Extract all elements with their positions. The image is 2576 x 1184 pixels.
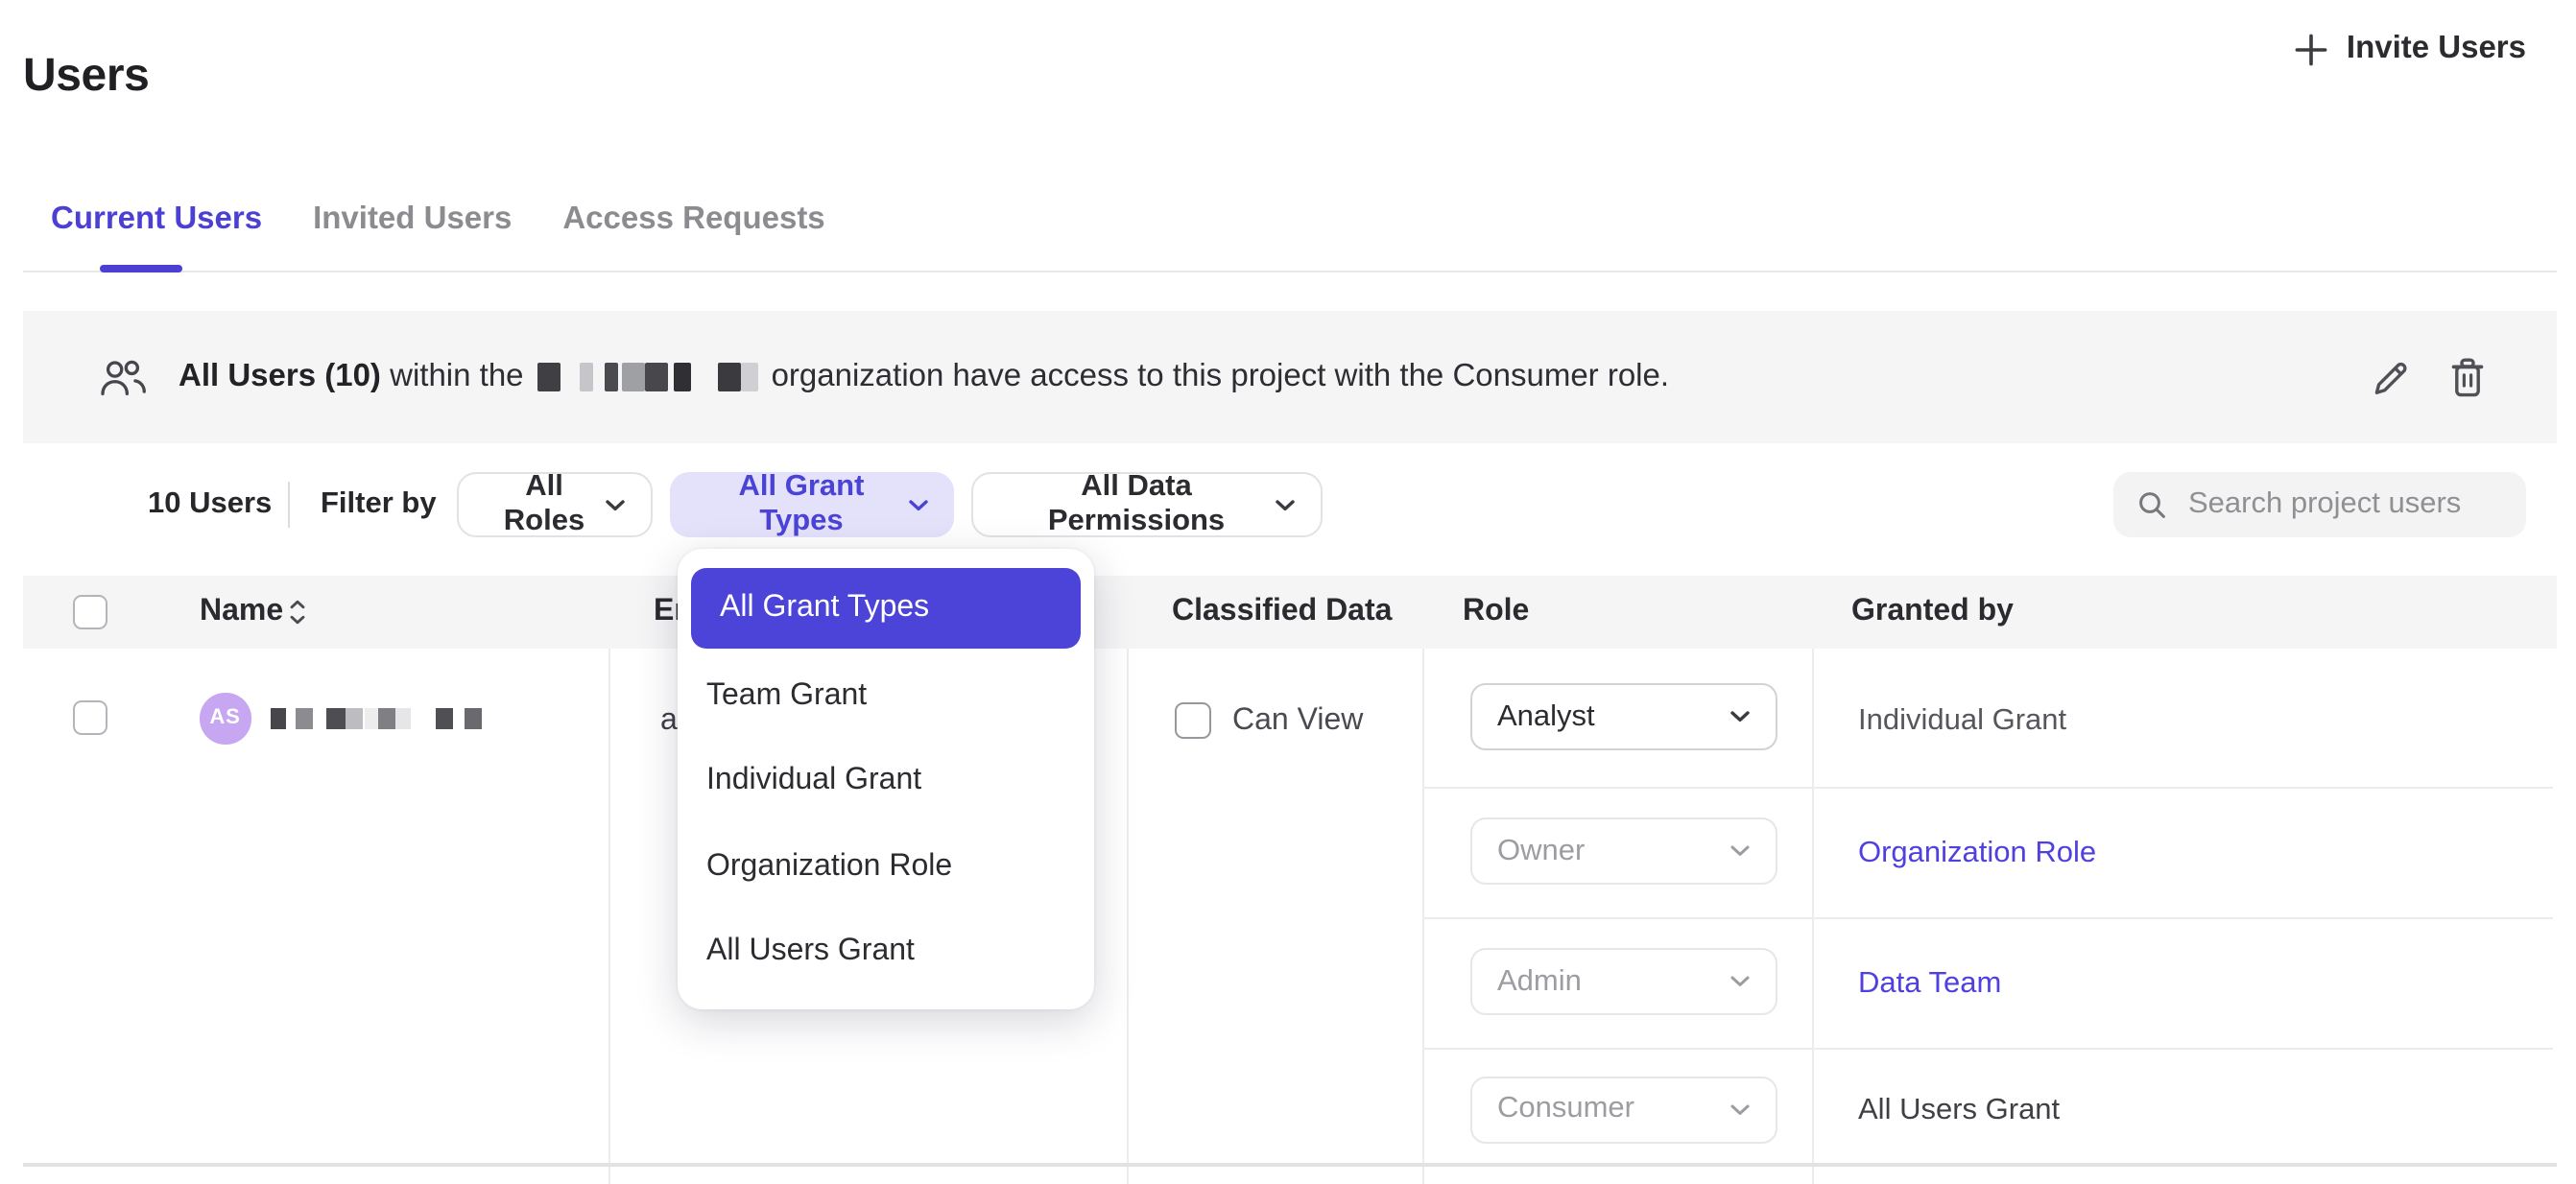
tab-bar-divider bbox=[23, 271, 2557, 272]
chevron-down-icon bbox=[1729, 975, 1751, 988]
tab-access-requests[interactable]: Access Requests bbox=[562, 200, 824, 238]
tab-invited-users[interactable]: Invited Users bbox=[313, 200, 512, 238]
granted-by-individual-grant: Individual Grant bbox=[1858, 702, 2066, 739]
banner-text-before: within the bbox=[390, 359, 523, 395]
invite-users-label: Invite Users bbox=[2347, 31, 2526, 67]
search-input[interactable] bbox=[2184, 485, 2518, 524]
select-all-checkbox[interactable] bbox=[73, 595, 107, 629]
all-grant-types-label: All Grant Types bbox=[695, 470, 908, 539]
invite-users-button[interactable]: Invite Users bbox=[2295, 31, 2526, 67]
sort-icon[interactable] bbox=[288, 597, 307, 628]
users-count: 10 Users bbox=[148, 472, 272, 537]
grant-row-divider bbox=[1421, 786, 2553, 788]
all-grant-types-filter[interactable]: All Grant Types bbox=[670, 472, 954, 537]
menu-item-individual-grant[interactable]: Individual Grant bbox=[706, 762, 921, 798]
menu-item-organization-role[interactable]: Organization Role bbox=[706, 847, 952, 884]
search-icon bbox=[2136, 489, 2167, 520]
role-select-consumer[interactable]: Consumer bbox=[1470, 1076, 1777, 1143]
granted-by-data-team-link[interactable]: Data Team bbox=[1858, 964, 2001, 1001]
grant-types-dropdown-menu: All Grant Types Team Grant Individual Gr… bbox=[678, 549, 1094, 1009]
column-header-name: Name bbox=[200, 576, 283, 649]
all-roles-label: All Roles bbox=[484, 470, 605, 539]
menu-item-all-users-grant[interactable]: All Users Grant bbox=[706, 932, 915, 968]
chevron-down-icon bbox=[1729, 710, 1751, 723]
plus-icon bbox=[2295, 32, 2329, 66]
avatar: AS bbox=[200, 693, 250, 744]
grant-row-divider bbox=[1421, 916, 2553, 918]
people-icon bbox=[98, 358, 148, 396]
active-tab-indicator bbox=[99, 264, 182, 272]
users-page: Users Invite Users Current Users Invited… bbox=[0, 0, 2576, 1184]
user-row-divider bbox=[23, 1163, 2557, 1166]
search-box[interactable] bbox=[2113, 472, 2526, 537]
table-header: Name Email Classified Data Role Granted … bbox=[23, 576, 2557, 649]
menu-item-all-grant-types[interactable]: All Grant Types bbox=[691, 568, 1081, 649]
all-data-permissions-label: All Data Permissions bbox=[998, 470, 1275, 539]
row-checkbox[interactable] bbox=[73, 700, 107, 735]
chevron-down-icon bbox=[1729, 1102, 1751, 1116]
filter-separator bbox=[288, 482, 290, 528]
role-value: Owner bbox=[1497, 834, 1585, 868]
column-header-classified-data: Classified Data bbox=[1172, 576, 1392, 649]
chevron-down-icon bbox=[1729, 844, 1751, 858]
redacted-user-name bbox=[271, 707, 482, 728]
role-value: Analyst bbox=[1497, 699, 1595, 734]
role-select-analyst[interactable]: Analyst bbox=[1470, 683, 1777, 750]
grant-row-divider bbox=[1421, 1047, 2553, 1049]
column-divider bbox=[608, 649, 610, 1184]
all-data-permissions-filter[interactable]: All Data Permissions bbox=[971, 472, 1323, 537]
edit-pencil-icon[interactable] bbox=[2369, 356, 2411, 398]
all-users-banner: All Users (10) within the organization h… bbox=[23, 311, 2557, 443]
tab-bar: Current Users Invited Users Access Reque… bbox=[51, 200, 825, 238]
column-header-role: Role bbox=[1463, 576, 1529, 649]
user-email: a bbox=[660, 702, 678, 739]
banner-bold-text: All Users (10) bbox=[179, 359, 381, 395]
menu-item-team-grant[interactable]: Team Grant bbox=[706, 677, 867, 714]
filter-by-label: Filter by bbox=[321, 472, 437, 537]
role-select-admin[interactable]: Admin bbox=[1470, 948, 1777, 1015]
granted-by-organization-role-link[interactable]: Organization Role bbox=[1858, 834, 2096, 870]
role-select-owner[interactable]: Owner bbox=[1470, 817, 1777, 885]
banner-text-after: organization have access to this project… bbox=[772, 359, 1670, 395]
tab-current-users[interactable]: Current Users bbox=[51, 200, 262, 238]
column-divider bbox=[1126, 649, 1128, 1184]
granted-by-all-users-grant: All Users Grant bbox=[1858, 1092, 2060, 1128]
delete-trash-icon[interactable] bbox=[2447, 356, 2488, 398]
role-value: Admin bbox=[1497, 964, 1582, 999]
can-view-label: Can View bbox=[1232, 702, 1363, 739]
redacted-org-name bbox=[537, 362, 758, 392]
banner-actions bbox=[2369, 356, 2488, 398]
chevron-down-icon bbox=[908, 498, 929, 511]
column-header-granted-by: Granted by bbox=[1851, 576, 2014, 649]
role-value: Consumer bbox=[1497, 1092, 1634, 1126]
can-view-checkbox[interactable] bbox=[1175, 701, 1211, 738]
banner-text: All Users (10) within the organization h… bbox=[179, 359, 1669, 395]
page-title: Users bbox=[23, 50, 149, 104]
chevron-down-icon bbox=[605, 498, 626, 511]
all-roles-filter[interactable]: All Roles bbox=[457, 472, 653, 537]
chevron-down-icon bbox=[1275, 498, 1296, 511]
